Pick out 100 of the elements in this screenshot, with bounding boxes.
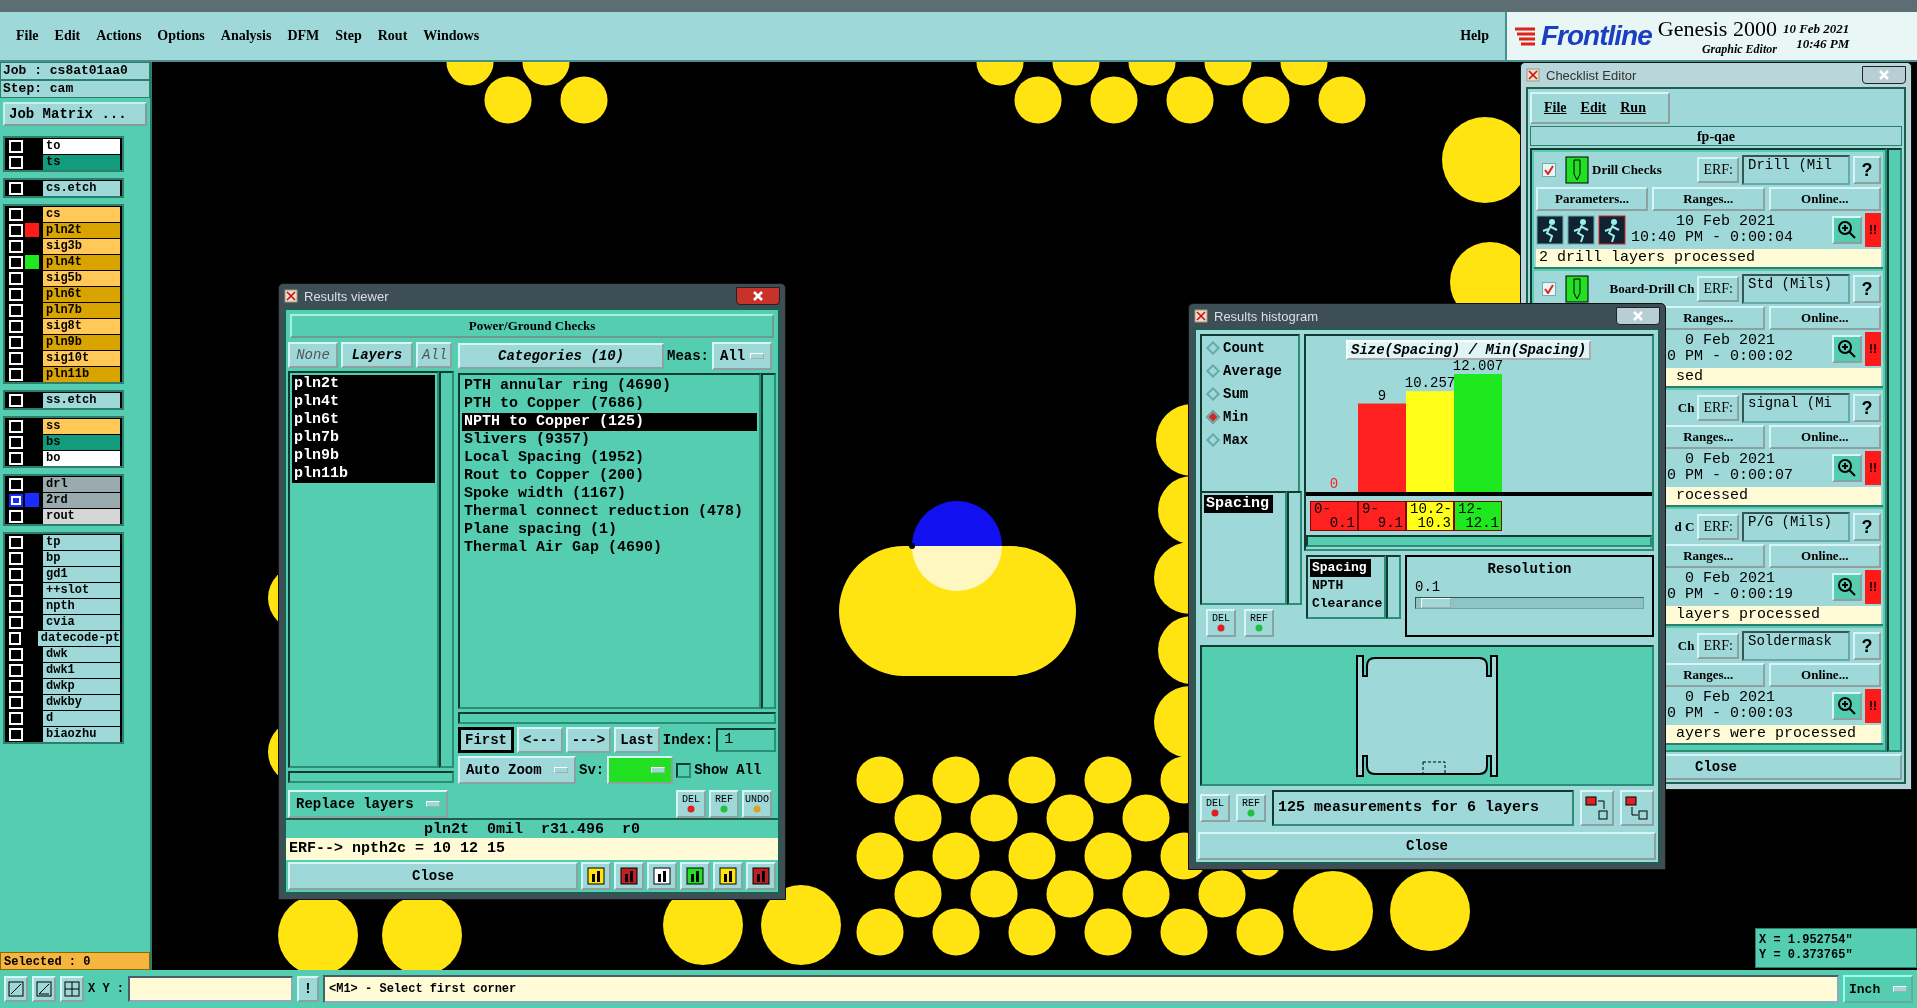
check-option-button[interactable]: Online... bbox=[1768, 187, 1881, 211]
tool-button[interactable]: DEL bbox=[676, 790, 706, 818]
layer-name[interactable]: npth bbox=[43, 598, 120, 614]
category-list-item[interactable]: Thermal Air Gap (4690) bbox=[462, 539, 757, 557]
category-list-item[interactable]: Slivers (9357) bbox=[462, 431, 757, 449]
close-button[interactable]: Close bbox=[288, 862, 578, 890]
menu-item[interactable]: Edit bbox=[1580, 100, 1607, 116]
help-button[interactable]: ? bbox=[1853, 632, 1881, 660]
layer-name[interactable]: to bbox=[43, 138, 120, 154]
scrollbar[interactable] bbox=[761, 373, 776, 709]
measure-list-item[interactable]: Spacing bbox=[1204, 495, 1273, 513]
layer-name[interactable]: dwk1 bbox=[43, 662, 120, 678]
scrollbar[interactable] bbox=[1887, 148, 1902, 752]
menu-item[interactable]: Run bbox=[1620, 100, 1646, 116]
category-list-item[interactable]: PTH to Copper (7686) bbox=[462, 395, 757, 413]
runner-icon[interactable] bbox=[1536, 215, 1564, 245]
layer-name[interactable]: ss.etch bbox=[43, 392, 120, 408]
attribute-list-item[interactable]: Spacing bbox=[1310, 559, 1371, 577]
menu-item[interactable]: Analysis bbox=[220, 28, 272, 44]
layer-name[interactable]: sig8t bbox=[43, 318, 120, 334]
menu-item[interactable]: Help bbox=[1460, 28, 1489, 44]
layer-list-item[interactable]: pln6t bbox=[292, 411, 435, 429]
erf-button[interactable]: ERF: bbox=[1697, 395, 1739, 421]
check-option-button[interactable]: Ranges... bbox=[1652, 187, 1765, 211]
navigation-button[interactable]: ---> bbox=[565, 727, 612, 753]
category-list-item[interactable]: Rout to Copper (200) bbox=[462, 467, 757, 485]
close-button[interactable] bbox=[1862, 66, 1906, 84]
menu-item[interactable]: Options bbox=[157, 28, 205, 44]
layer-name[interactable]: pln6t bbox=[43, 286, 120, 302]
menu-item[interactable]: DFM bbox=[287, 28, 320, 44]
layer-name[interactable]: 2rd bbox=[43, 492, 120, 508]
scrollbar[interactable] bbox=[439, 371, 454, 768]
tool-button[interactable]: REF bbox=[709, 790, 739, 818]
check-checkbox[interactable] bbox=[1542, 282, 1556, 296]
erf-button[interactable]: ERF: bbox=[1697, 276, 1739, 302]
toolbar-button[interactable] bbox=[60, 976, 84, 1002]
zoom-button[interactable] bbox=[1832, 335, 1862, 363]
zoom-mode-dropdown[interactable]: Auto Zoom bbox=[458, 756, 576, 784]
layer-name[interactable]: pln2t bbox=[43, 222, 120, 238]
layer-name[interactable]: ss bbox=[43, 418, 120, 434]
tool-button[interactable]: REF bbox=[1236, 794, 1266, 822]
scrollbar[interactable] bbox=[1306, 535, 1652, 547]
layer-list-item[interactable]: pln2t bbox=[292, 375, 435, 393]
check-option-button[interactable]: Online... bbox=[1768, 544, 1881, 568]
layer-list-item[interactable]: pln7b bbox=[292, 429, 435, 447]
scrollbar[interactable] bbox=[288, 771, 454, 783]
layer-name[interactable]: ts bbox=[43, 154, 120, 170]
category-list-item[interactable]: Spoke width (1167) bbox=[462, 485, 757, 503]
histogram-export-button[interactable] bbox=[1580, 790, 1614, 826]
toolbar-button[interactable] bbox=[32, 976, 56, 1002]
layer-name[interactable]: d bbox=[43, 710, 120, 726]
layer-name[interactable]: sig5b bbox=[43, 270, 120, 286]
meas-dropdown[interactable]: All bbox=[712, 342, 772, 370]
category-list-item[interactable]: PTH annular ring (4690) bbox=[462, 377, 757, 395]
layer-list-item[interactable]: pln4t bbox=[292, 393, 435, 411]
erf-field[interactable]: Std (Mils) bbox=[1742, 274, 1850, 304]
menu-item[interactable]: Edit bbox=[54, 28, 81, 44]
layer-name[interactable]: cvia bbox=[43, 614, 120, 630]
chart-tool-button[interactable] bbox=[746, 862, 776, 890]
layer-name[interactable]: drl bbox=[43, 476, 120, 492]
none-button[interactable]: None bbox=[288, 342, 338, 368]
menu-item[interactable]: File bbox=[16, 28, 39, 44]
layer-name[interactable]: rout bbox=[43, 508, 120, 524]
check-option-button[interactable]: Online... bbox=[1768, 425, 1881, 449]
chart-tool-button[interactable] bbox=[581, 862, 611, 890]
scrollbar[interactable] bbox=[1386, 555, 1401, 619]
menu-item[interactable]: Rout bbox=[377, 28, 408, 44]
layer-name[interactable]: ++slot bbox=[43, 582, 120, 598]
help-button[interactable]: ? bbox=[1853, 394, 1881, 422]
resolution-slider[interactable] bbox=[1415, 597, 1644, 609]
layer-name[interactable]: pln4t bbox=[43, 254, 120, 270]
help-button[interactable]: ? bbox=[1853, 275, 1881, 303]
layer-name[interactable]: bp bbox=[43, 550, 120, 566]
chart-tool-button[interactable] bbox=[647, 862, 677, 890]
layer-name[interactable]: cs.etch bbox=[43, 180, 120, 196]
units-dropdown[interactable]: Inch bbox=[1843, 975, 1913, 1003]
layer-name[interactable]: gd1 bbox=[43, 566, 120, 582]
menu-item[interactable]: Step bbox=[335, 28, 362, 44]
erf-field[interactable]: signal (Mi bbox=[1742, 393, 1850, 423]
slider-thumb[interactable] bbox=[1420, 598, 1451, 608]
check-option-button[interactable]: Parameters... bbox=[1536, 187, 1648, 211]
category-list-item[interactable]: Local Spacing (1952) bbox=[462, 449, 757, 467]
zoom-button[interactable] bbox=[1832, 573, 1862, 601]
categories-button[interactable]: Categories (10) bbox=[458, 343, 664, 369]
histogram-export-button[interactable] bbox=[1620, 790, 1654, 826]
tool-button[interactable]: REF bbox=[1244, 609, 1274, 637]
show-all-checkbox[interactable] bbox=[676, 762, 692, 778]
runner-icon[interactable] bbox=[1598, 215, 1626, 245]
layer-name[interactable]: sig10t bbox=[43, 350, 120, 366]
scrollbar[interactable] bbox=[458, 712, 776, 724]
erf-button[interactable]: ERF: bbox=[1697, 633, 1739, 659]
menu-item[interactable]: Actions bbox=[96, 28, 142, 44]
layer-name[interactable]: dwkp bbox=[43, 678, 120, 694]
erf-button[interactable]: ERF: bbox=[1697, 514, 1739, 540]
category-list-item[interactable]: Thermal connect reduction (478) bbox=[462, 503, 757, 521]
layer-name[interactable]: cs bbox=[43, 206, 120, 222]
navigation-button[interactable]: <--- bbox=[517, 727, 563, 753]
layer-name[interactable]: pln11b bbox=[43, 366, 120, 382]
layer-name[interactable]: pln9b bbox=[43, 334, 120, 350]
check-option-button[interactable]: Online... bbox=[1768, 306, 1881, 330]
